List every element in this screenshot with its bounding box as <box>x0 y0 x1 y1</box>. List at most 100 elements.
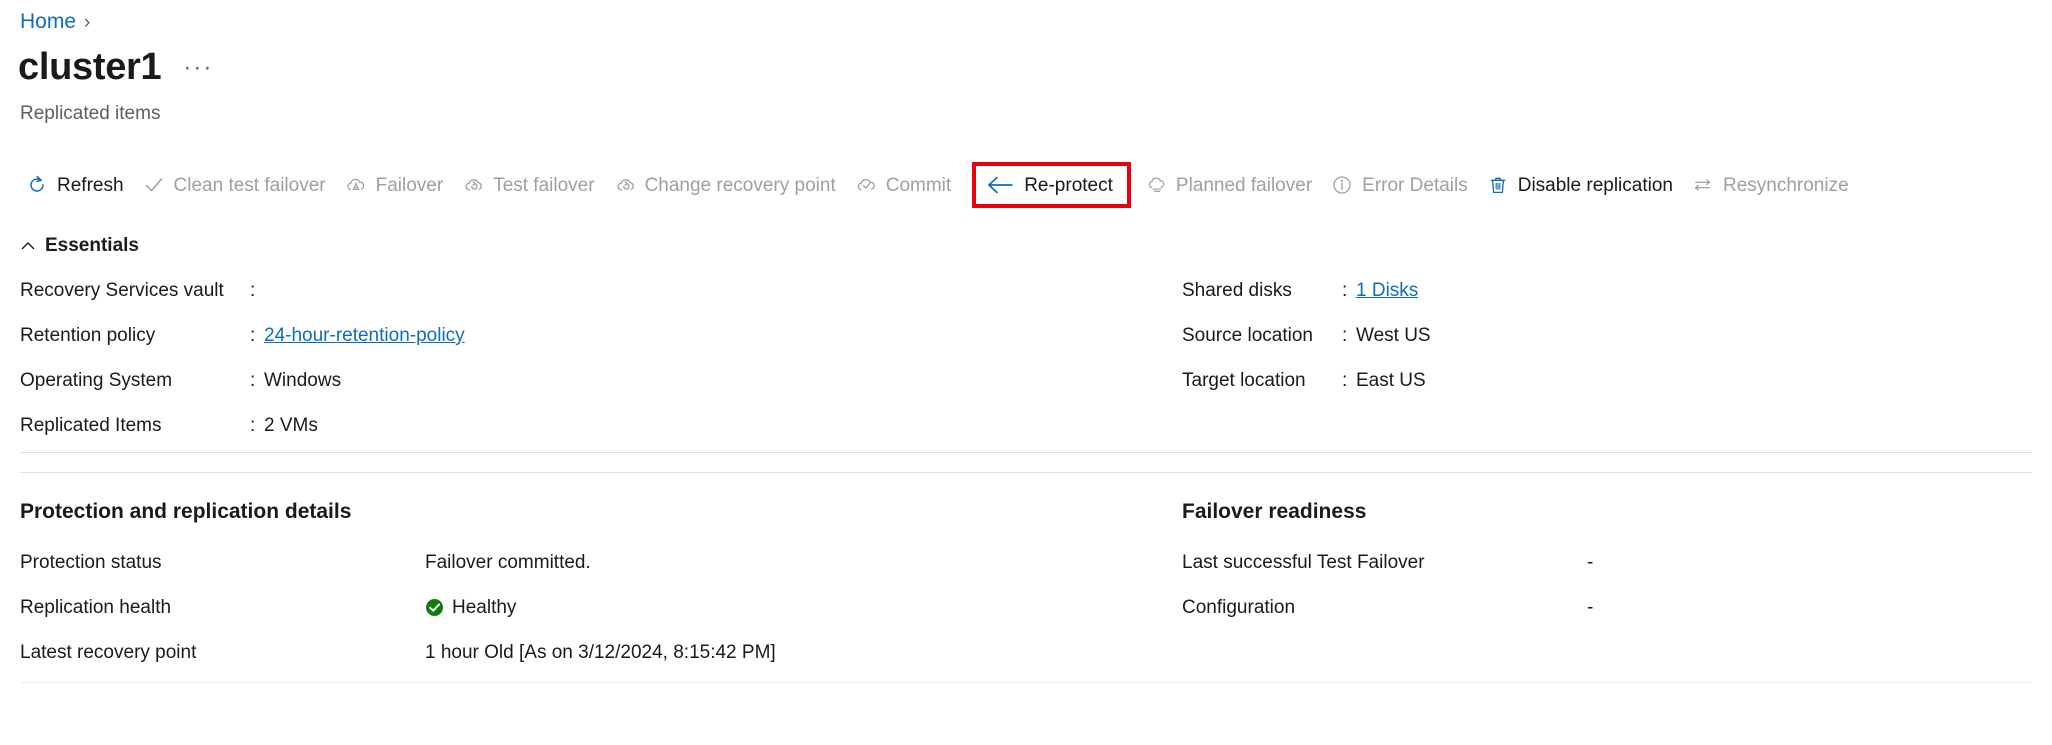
command-label: Change recovery point <box>644 174 836 196</box>
command-label: Commit <box>885 174 952 196</box>
refresh-icon <box>26 174 48 196</box>
detail-value: 1 hour Old [As on 3/12/2024, 8:15:42 PM] <box>425 642 776 664</box>
essentials-row: Retention policy:24-hour-retention-polic… <box>20 325 580 370</box>
cloud-check-icon <box>855 174 877 196</box>
cloud-recovery-point-icon <box>614 174 636 196</box>
detail-value: Failover committed. <box>425 552 591 574</box>
essentials-key: Operating System <box>20 370 173 391</box>
essentials-key: Shared disks <box>1182 280 1292 301</box>
essentials-colon: : <box>250 415 256 436</box>
divider-middle <box>20 472 2032 473</box>
detail-key: Configuration <box>1182 596 1296 618</box>
essentials-label: Essentials <box>45 235 139 256</box>
essentials-value-link[interactable]: 1 Disks <box>1356 280 1418 301</box>
detail-row: Protection status Failover committed. <box>20 540 1120 585</box>
divider-top <box>20 452 2032 453</box>
essentials-row: Target location: East US <box>1182 370 1742 415</box>
command-commit: Commit <box>849 168 964 202</box>
breadcrumb-link-home[interactable]: Home <box>20 10 76 34</box>
detail-row: Latest recovery point 1 hour Old [As on 3… <box>20 630 1120 675</box>
command-label: Re-protect <box>1024 174 1113 196</box>
essentials-toggle[interactable]: Essentials <box>20 235 139 257</box>
essentials-key: Retention policy <box>20 325 156 346</box>
detail-key: Protection status <box>20 551 162 573</box>
essentials-value: East US <box>1356 370 1426 391</box>
essentials-colon: : <box>250 280 256 301</box>
command-disable-replication[interactable]: Disable replication <box>1481 168 1686 202</box>
detail-key: Replication health <box>20 596 172 618</box>
command-label: Clean test failover <box>173 174 326 196</box>
command-label: Test failover <box>493 174 595 196</box>
command-re-protect[interactable]: Re-protect <box>972 162 1131 208</box>
detail-value-text: - <box>1587 596 1594 618</box>
essentials-row: Replicated Items:2 VMs <box>20 415 580 460</box>
detail-value-text: Failover committed. <box>425 551 591 573</box>
info-icon <box>1331 174 1353 196</box>
checkmark-icon <box>143 174 165 196</box>
command-test-failover: Test failover <box>456 168 607 202</box>
command-refresh[interactable]: Refresh <box>20 168 137 202</box>
command-label: Disable replication <box>1517 174 1673 196</box>
command-label: Refresh <box>57 174 124 196</box>
essentials-key: Source location <box>1182 325 1313 346</box>
command-error-details: Error Details <box>1325 168 1481 202</box>
essentials-key: Recovery Services vault <box>20 280 224 301</box>
cloud-failover-icon <box>345 174 367 196</box>
command-label: Error Details <box>1362 174 1468 196</box>
detail-key: Last successful Test Failover <box>1182 551 1425 573</box>
arrow-left-icon <box>985 174 1015 196</box>
detail-value: - <box>1587 597 1593 619</box>
trash-icon <box>1487 174 1509 196</box>
cloud-test-failover-icon <box>462 174 484 196</box>
chevron-right-icon: › <box>84 11 91 33</box>
essentials-key: Replicated Items <box>20 415 162 436</box>
command-clean-test-failover: Clean test failover <box>137 168 339 202</box>
detail-row: Last successful Test Failover - <box>1182 540 1982 585</box>
essentials-value: Windows <box>264 370 342 391</box>
essentials-value-link[interactable]: 24-hour-retention-policy <box>264 325 465 346</box>
command-label: Planned failover <box>1175 174 1313 196</box>
command-planned-failover: Planned failover <box>1139 168 1325 202</box>
essentials-right-column: Shared disks:1 Disks Source location: West… <box>1182 280 1742 415</box>
page-title: cluster1 <box>18 46 162 88</box>
detail-row: Configuration - <box>1182 585 1982 630</box>
detail-value-text: Healthy <box>452 596 517 618</box>
detail-key: Latest recovery point <box>20 641 197 663</box>
command-failover: Failover <box>339 168 457 202</box>
resync-icon <box>1692 174 1714 196</box>
command-resynchronize: Resynchronize <box>1686 168 1862 202</box>
detail-value-text: - <box>1587 551 1594 573</box>
command-bar: Refresh Clean test failover Failover Test f… <box>20 162 1862 208</box>
essentials-value: 2 VMs <box>264 415 318 436</box>
cloud-planned-failover-icon <box>1145 174 1167 196</box>
failover-section-title: Failover readiness <box>1182 500 1367 523</box>
essentials-row: Source location: West US <box>1182 325 1742 370</box>
more-options-button[interactable]: ··· <box>183 54 213 88</box>
failover-readiness: Failover readiness Last successful Test … <box>1182 500 1982 630</box>
command-change-recovery-point: Change recovery point <box>608 168 849 202</box>
detail-row: Replication health Healthy <box>20 585 1120 630</box>
essentials-value[interactable]: 1 Disks <box>1356 280 1418 302</box>
essentials-row: Recovery Services vault: <box>20 280 580 325</box>
essentials-colon: : <box>1342 325 1348 346</box>
essentials-value[interactable]: 24-hour-retention-policy <box>264 325 465 347</box>
page-subtitle: Replicated items <box>20 103 161 124</box>
protection-and-replication-details: Protection and replication details Prote… <box>20 500 1120 675</box>
breadcrumb: Home › <box>20 10 90 34</box>
essentials-colon: : <box>250 370 256 391</box>
essentials-value: West US <box>1356 325 1431 346</box>
essentials-left-column: Recovery Services vault: Retention policy… <box>20 280 580 460</box>
detail-value: Healthy <box>425 597 516 619</box>
essentials-colon: : <box>250 325 256 346</box>
healthy-check-icon <box>425 598 444 617</box>
essentials-row: Operating System: Windows <box>20 370 580 415</box>
command-label: Resynchronize <box>1722 174 1849 196</box>
essentials-colon: : <box>1342 280 1348 301</box>
essentials-row: Shared disks:1 Disks <box>1182 280 1742 325</box>
essentials-key: Target location <box>1182 370 1306 391</box>
detail-value: - <box>1587 552 1593 574</box>
essentials-colon: : <box>1342 370 1348 391</box>
divider-bottom <box>20 682 2032 683</box>
page-title-row: cluster1 ··· <box>18 46 213 88</box>
protection-section-title: Protection and replication details <box>20 500 352 523</box>
